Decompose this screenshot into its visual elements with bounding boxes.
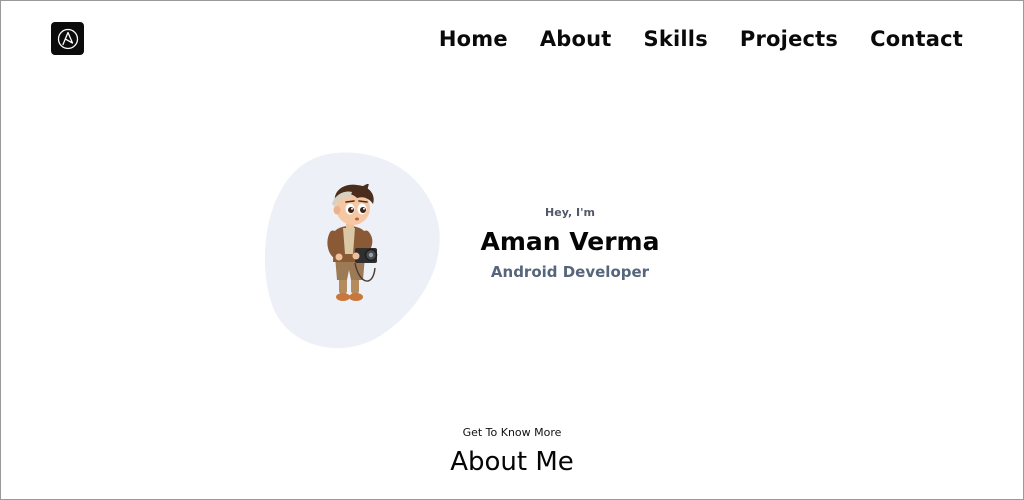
nav-skills[interactable]: Skills (644, 23, 708, 55)
profile-avatar (327, 184, 378, 301)
about-title: About Me (450, 447, 574, 477)
about-section: Get To Know More About Me (1, 425, 1023, 482)
hero-name: Aman Verma (480, 227, 660, 256)
nav-home[interactable]: Home (439, 23, 508, 55)
header: Home About Skills Projects Contact (1, 1, 1023, 79)
page: Home About Skills Projects Contact Hey, … (0, 0, 1024, 500)
about-subtitle: Get To Know More (462, 426, 562, 439)
hero-role: Android Developer (490, 263, 650, 281)
hero-greeting: Hey, I'm (545, 206, 595, 219)
a-triangle-logo-icon (57, 28, 78, 49)
nav-contact[interactable]: Contact (870, 23, 963, 55)
hero-text: Hey, I'm Aman Verma Android Developer (441, 205, 699, 283)
nav-about[interactable]: About (540, 23, 612, 55)
nav-projects[interactable]: Projects (740, 23, 838, 55)
logo[interactable] (51, 22, 84, 55)
main-nav: Home About Skills Projects Contact (439, 23, 963, 55)
